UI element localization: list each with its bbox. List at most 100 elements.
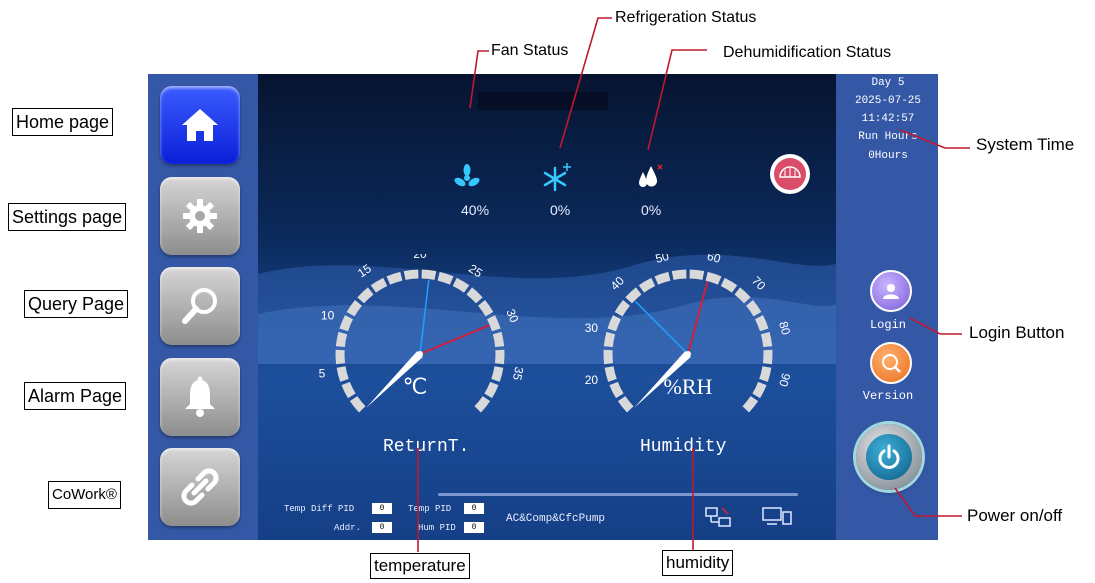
home-icon — [182, 109, 218, 141]
monitor-icon — [762, 507, 792, 525]
cowork-button[interactable] — [160, 448, 240, 526]
query-page-label: Query Page — [24, 290, 129, 318]
settings-button[interactable] — [160, 177, 240, 255]
temp_gauge-arc-segment — [349, 396, 366, 413]
login-button-annotation: Login Button — [969, 323, 1065, 342]
temp_gauge-arc-segment — [474, 396, 491, 413]
home-page-label: Home page — [12, 108, 114, 136]
humidity_gauge-unit: %RH — [664, 374, 713, 399]
temp-diff-pid-field[interactable]: 0 — [372, 503, 392, 514]
fan-status-value: 40% — [461, 202, 490, 218]
water-drop-icon — [639, 164, 663, 187]
hmi-screen: 40% 0% 0% 0 5 10 — [148, 74, 938, 540]
run-hours-value: 0Hours — [868, 150, 908, 162]
humidity_gauge-arc-segment — [689, 269, 705, 280]
humidity_gauge-arc-segment — [762, 349, 773, 365]
humidity_gauge-arc-segment — [654, 271, 671, 285]
humidity_gauge-tick-label: 30 — [585, 321, 599, 335]
login-label: Login — [869, 318, 906, 332]
info-icon — [882, 354, 901, 373]
temp_gauge-arc-segment — [370, 277, 388, 293]
user-icon — [883, 284, 899, 299]
temp-pid-field[interactable]: 0 — [464, 503, 484, 514]
hum-pid-field[interactable]: 0 — [464, 522, 484, 533]
fan-status-annotation: Fan Status — [491, 42, 569, 59]
temp_gauge-arc-segment — [341, 381, 356, 399]
temp_gauge-arc-segment — [478, 300, 494, 317]
version-button[interactable] — [870, 342, 912, 384]
power-button[interactable] — [856, 424, 922, 490]
query-button[interactable] — [160, 267, 240, 345]
humidity_gauge-tick-label: 70 — [749, 274, 769, 294]
humidity_gauge-arc-segment — [617, 396, 634, 413]
temp_gauge-arc-segment — [491, 366, 504, 382]
temp_gauge-tick-label: 10 — [321, 309, 335, 323]
temp_gauge-tick-label: 35 — [510, 366, 526, 382]
fan-icon — [454, 164, 480, 187]
humidity_gauge-arc-segment — [625, 287, 642, 304]
temp_gauge-unit: ℃ — [403, 374, 428, 399]
gear-icon — [183, 199, 217, 233]
temp_gauge-arc-segment — [484, 381, 499, 399]
refrigeration-status-annotation: Refrigeration Status — [615, 9, 757, 26]
main-display: 40% 0% 0% 0 5 10 — [258, 74, 836, 540]
temp_gauge-arc-segment — [346, 300, 362, 317]
humidity_gauge-arc-segment — [603, 349, 614, 365]
humidity_gauge-arc-segment — [746, 300, 762, 317]
temp_gauge-arc-segment — [336, 366, 349, 382]
humidity_gauge-arc-segment — [742, 396, 759, 413]
temp_gauge-arc-segment — [466, 287, 483, 304]
login-button[interactable] — [870, 270, 912, 312]
humidity_gauge-arc-segment — [734, 287, 751, 304]
progress-track — [438, 493, 798, 496]
system-time: 11:42:57 — [861, 113, 915, 125]
alarm-button[interactable] — [160, 358, 240, 436]
top-dark-bar — [478, 92, 608, 110]
humidity_gauge-arc-segment — [614, 300, 630, 317]
humidity-gauge: 102030405060708090100%RH — [585, 254, 793, 414]
humidity-annotation: humidity — [662, 550, 734, 576]
humidity_gauge-tick-label: 40 — [608, 273, 628, 293]
home-button[interactable] — [160, 86, 240, 164]
bell-icon — [185, 376, 215, 417]
humidity_gauge-tick-label: 80 — [776, 320, 793, 337]
humidity_gauge-hub — [685, 351, 691, 357]
humidity_gauge-tick-label: 50 — [654, 254, 671, 266]
humidity_gauge-arc-segment — [705, 271, 722, 285]
temp_gauge-hub — [417, 351, 423, 357]
snowflake-icon — [543, 163, 571, 192]
addr-field[interactable]: 0 — [372, 522, 392, 533]
alarm-page-label: Alarm Page — [24, 382, 127, 410]
power-button-face — [866, 434, 912, 480]
temp-pid-label: Temp PID — [408, 504, 452, 514]
temperature-gauge: 0510152025303540℃ — [319, 254, 526, 413]
temp_gauge-arc-segment — [494, 349, 505, 365]
addr-label: Addr. — [334, 523, 362, 533]
temp_gauge-tick-label: 20 — [413, 254, 427, 261]
temp_gauge-arc-segment — [403, 269, 419, 280]
humidity_gauge-tick-label: 60 — [706, 254, 723, 266]
running-mode-text: AC&Comp&CfcPump — [506, 513, 606, 525]
hum-pid-label: Hum PID — [418, 523, 456, 533]
magnifier-icon — [182, 288, 217, 324]
humidity_gauge-tick-label: 100 — [746, 413, 770, 414]
temp_gauge-arc-segment — [421, 269, 437, 280]
alarm-indicator-button[interactable] — [770, 154, 810, 194]
temp_gauge-arc-segment — [335, 349, 346, 365]
power-onoff-annotation: Power on/off — [967, 506, 1063, 525]
cowork-label: CoWork® — [48, 481, 121, 509]
humidity_gauge-arc-segment — [609, 381, 624, 399]
temp_gauge-tick-label: 30 — [503, 307, 521, 325]
humidity_gauge-alarm-needle — [687, 281, 709, 355]
temp_gauge-arc-segment — [386, 271, 403, 285]
humidity-gauge-title: Humidity — [640, 437, 727, 457]
humidity_gauge-arc-segment — [754, 315, 769, 332]
temperature-gauge-title: ReturnT. — [383, 437, 470, 457]
humidity_gauge-arc-segment — [759, 366, 772, 382]
link-icon — [181, 468, 219, 506]
dehumidification-status-value: 0% — [641, 202, 662, 218]
temp_gauge-setpoint-needle — [419, 279, 430, 355]
temp_gauge-arc-segment — [335, 331, 348, 348]
version-label: Version — [862, 389, 914, 403]
temp-diff-pid-label: Temp Diff PID — [284, 504, 355, 514]
